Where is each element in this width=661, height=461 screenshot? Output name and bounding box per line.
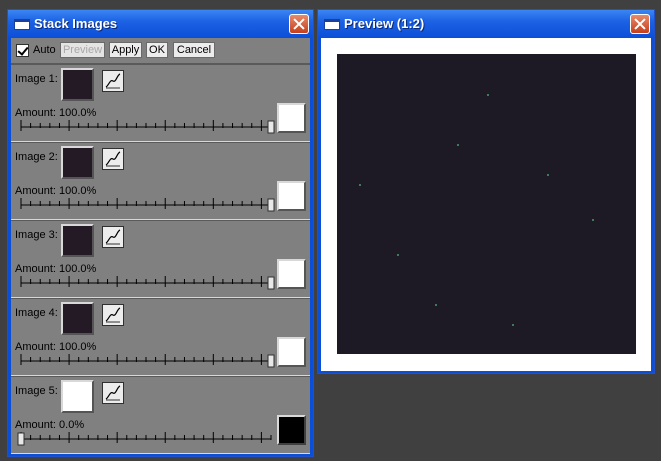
cancel-button[interactable]: Cancel xyxy=(173,42,215,58)
slider-thumb xyxy=(267,198,275,212)
star-dot xyxy=(547,174,549,176)
image-thumbnail[interactable] xyxy=(61,224,94,257)
star-dot xyxy=(592,219,594,221)
amount-slider[interactable] xyxy=(17,275,275,291)
preview-panel xyxy=(321,38,651,371)
color-swatch[interactable] xyxy=(277,259,306,289)
auto-label: Auto xyxy=(33,44,56,56)
curve-button[interactable] xyxy=(102,70,124,92)
stack-images-panel: Auto Preview Apply OK Cancel Image 1: Am… xyxy=(11,38,310,454)
amount-label: Amount: 100.0% xyxy=(15,107,97,119)
amount-label: Amount: 100.0% xyxy=(15,341,97,353)
slider-thumb xyxy=(267,276,275,290)
image-thumbnail[interactable] xyxy=(61,380,94,413)
window-icon xyxy=(324,19,340,30)
preview-title: Preview (1:2) xyxy=(344,16,425,31)
star-dot xyxy=(457,144,459,146)
window-icon xyxy=(14,19,30,30)
image-thumbnail[interactable] xyxy=(61,302,94,335)
preview-button[interactable]: Preview xyxy=(60,42,105,58)
slider-thumb xyxy=(267,354,275,368)
image-section: Image 2: Amount: 100.0% xyxy=(11,142,310,220)
image-label: Image 3: xyxy=(15,229,58,241)
image-thumbnail[interactable] xyxy=(61,146,94,179)
curve-button[interactable] xyxy=(102,382,124,404)
auto-checkbox[interactable] xyxy=(16,44,29,57)
image-section: Image 5: Amount: 0.0% xyxy=(11,376,310,454)
image-label: Image 2: xyxy=(15,151,58,163)
stack-images-window: Stack Images Auto Preview Apply OK Cance… xyxy=(7,9,314,457)
amount-slider[interactable] xyxy=(17,431,275,447)
color-swatch[interactable] xyxy=(277,415,306,445)
preview-window: Preview (1:2) xyxy=(317,9,655,374)
curve-icon xyxy=(105,385,121,401)
amount-label: Amount: 100.0% xyxy=(15,263,97,275)
curve-icon xyxy=(105,151,121,167)
preview-image xyxy=(337,54,636,354)
stack-images-title: Stack Images xyxy=(34,16,118,31)
amount-slider[interactable] xyxy=(17,119,275,135)
close-icon[interactable] xyxy=(630,14,650,34)
stack-images-titlebar[interactable]: Stack Images xyxy=(8,10,313,38)
slider-thumb xyxy=(267,120,275,134)
amount-label: Amount: 100.0% xyxy=(15,185,97,197)
image-label: Image 1: xyxy=(15,73,58,85)
image-thumbnail[interactable] xyxy=(61,68,94,101)
image-section: Image 1: Amount: 100.0% xyxy=(11,64,310,142)
star-dot xyxy=(397,254,399,256)
curve-icon xyxy=(105,73,121,89)
star-dot xyxy=(487,94,489,96)
stack-toolbar: Auto Preview Apply OK Cancel xyxy=(11,38,310,64)
image-label: Image 5: xyxy=(15,385,58,397)
amount-label: Amount: 0.0% xyxy=(15,419,85,431)
slider-thumb xyxy=(17,432,25,446)
curve-button[interactable] xyxy=(102,148,124,170)
color-swatch[interactable] xyxy=(277,181,306,211)
image-section: Image 3: Amount: 100.0% xyxy=(11,220,310,298)
image-section: Image 4: Amount: 100.0% xyxy=(11,298,310,376)
apply-button[interactable]: Apply xyxy=(109,42,142,58)
curve-icon xyxy=(105,229,121,245)
color-swatch[interactable] xyxy=(277,337,306,367)
image-label: Image 4: xyxy=(15,307,58,319)
preview-titlebar[interactable]: Preview (1:2) xyxy=(318,10,654,38)
star-dot xyxy=(359,184,361,186)
ok-button[interactable]: OK xyxy=(146,42,168,58)
curve-button[interactable] xyxy=(102,304,124,326)
star-dot xyxy=(435,304,437,306)
color-swatch[interactable] xyxy=(277,103,306,133)
curve-button[interactable] xyxy=(102,226,124,248)
curve-icon xyxy=(105,307,121,323)
amount-slider[interactable] xyxy=(17,353,275,369)
star-dot xyxy=(512,324,514,326)
close-icon[interactable] xyxy=(289,14,309,34)
amount-slider[interactable] xyxy=(17,197,275,213)
